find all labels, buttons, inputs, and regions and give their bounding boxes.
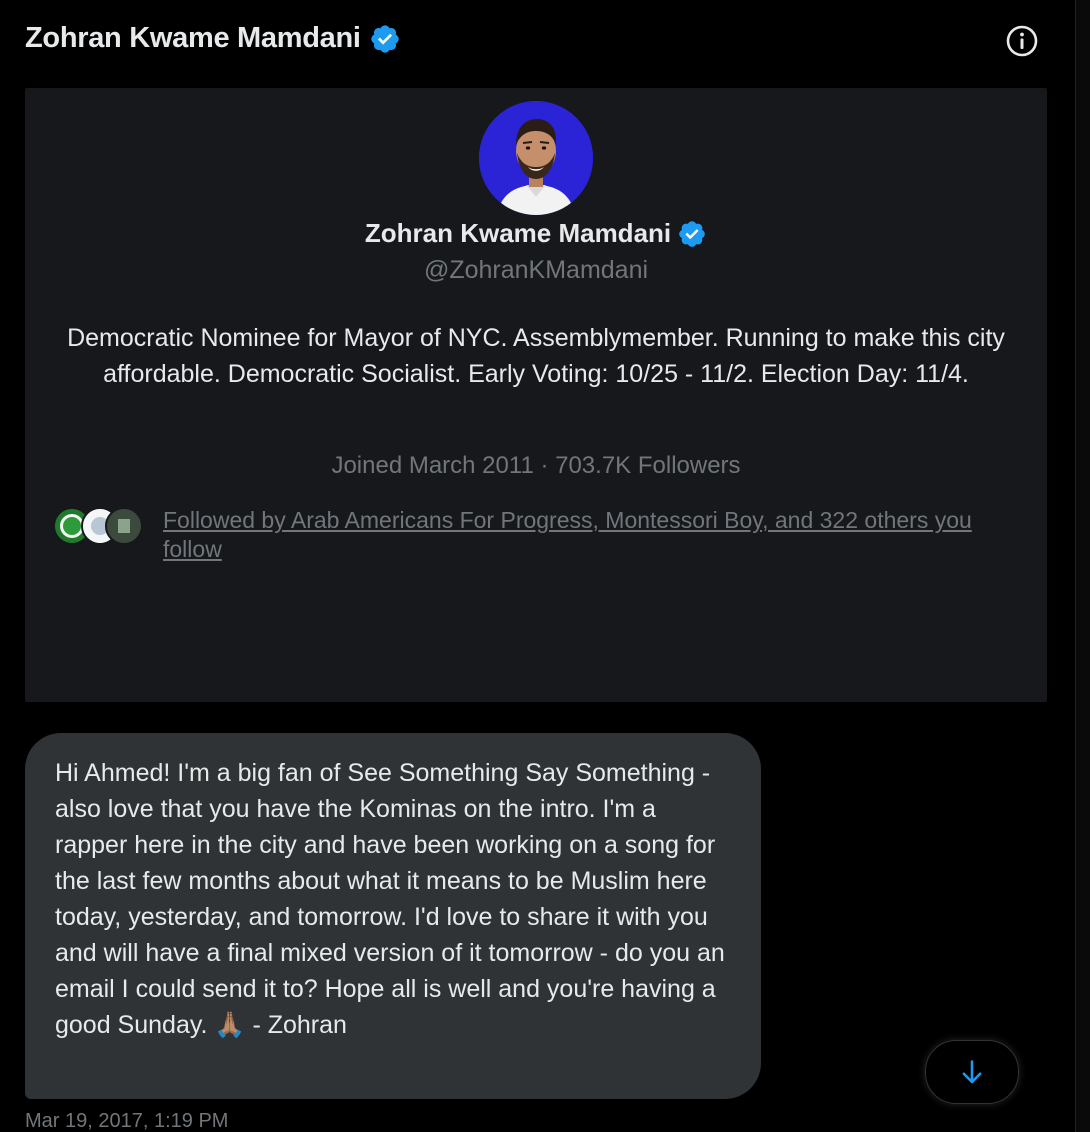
message-timestamp: Mar 19, 2017, 1:19 PM: [25, 1110, 229, 1132]
message-bubble[interactable]: Hi Ahmed! I'm a big fan of See Something…: [25, 733, 761, 1099]
scrollbar[interactable]: [1075, 0, 1090, 1132]
follower-avatars: [53, 506, 163, 550]
profile-name: Zohran Kwame Mamdani: [364, 218, 672, 248]
follower-avatar-building: [105, 507, 143, 545]
verified-badge-icon: [679, 220, 705, 247]
dm-conversation-window: Zohran Kwame Mamdani Zohran Kwame Mamdan…: [0, 0, 1090, 1132]
followed-by-row[interactable]: Followed by Arab Americans For Progress,…: [53, 506, 1023, 564]
followed-by-link[interactable]: Followed by Arab Americans For Progress,…: [163, 506, 1023, 564]
scroll-to-bottom-button[interactable]: [925, 1040, 1019, 1104]
profile-handle: @ZohranKMamdani: [423, 256, 649, 284]
info-icon[interactable]: [1005, 24, 1039, 58]
verified-badge-icon: [370, 24, 399, 53]
profile-card[interactable]: Zohran Kwame Mamdani @ZohranKMamdani Dem…: [25, 88, 1047, 702]
arrow-down-icon: [962, 1060, 982, 1084]
header-title-group: Zohran Kwame Mamdani: [25, 22, 401, 55]
conversation-header: Zohran Kwame Mamdani: [0, 0, 1076, 84]
profile-avatar[interactable]: [479, 101, 593, 215]
profile-bio: Democratic Nominee for Mayor of NYC. Ass…: [67, 324, 1005, 388]
avatar-image: [479, 101, 593, 215]
profile-meta: Joined March 2011 · 703.7K Followers: [331, 452, 741, 479]
profile-name-row: Zohran Kwame Mamdani: [25, 218, 1047, 249]
message-text: Hi Ahmed! I'm a big fan of See Something…: [55, 759, 732, 1039]
header-title: Zohran Kwame Mamdani: [25, 22, 361, 54]
